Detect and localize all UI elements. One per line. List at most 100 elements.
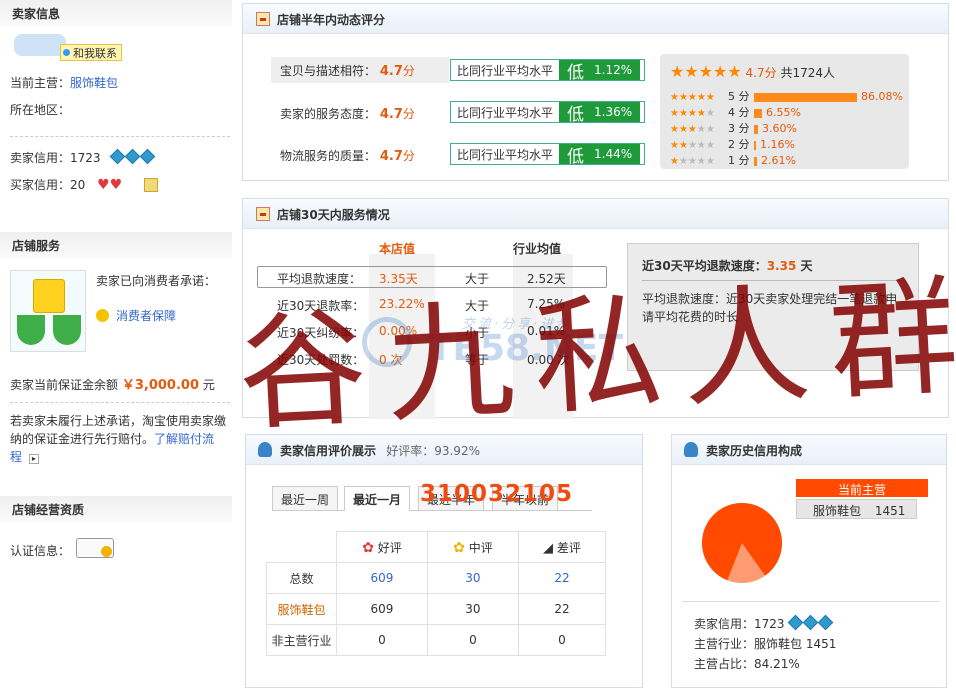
divider (10, 136, 230, 137)
dist-bar (754, 156, 757, 166)
dist-label: 1 分 (728, 154, 750, 167)
service-row-label: 平均退款速度： (277, 272, 362, 286)
badge-icon (144, 178, 158, 192)
seller-info-title: 卖家信息 (0, 0, 232, 26)
notice-text-2: 纳的保证金进行先行赔付。 (10, 432, 155, 446)
divider (10, 402, 230, 403)
compare-label: 比同行业平均水平 (457, 63, 554, 78)
rating-label: 宝贝与描述相符： (280, 64, 377, 78)
compare-label: 比同行业平均水平 (457, 105, 554, 120)
diamond-rank-icon[interactable] (110, 148, 156, 165)
rating-score: 4.7 (379, 107, 403, 122)
heart-rank-icon[interactable]: ♥♥ (97, 177, 122, 193)
star-icon: ★★★★★ (670, 62, 742, 81)
rating-distribution: ★★★★★ 4.7分 共1724人 ★★★★★ 5 分 86.08% ★★★★★ 4 分… (660, 54, 909, 169)
arrow-right-icon[interactable]: ▸ (28, 454, 39, 464)
contact-label: 和我联系 (73, 47, 117, 60)
star-icon: ★★★★★ (670, 140, 715, 151)
tab-week[interactable]: 最近一周 (272, 486, 339, 510)
credit-pie-chart (702, 503, 782, 583)
rating-label: 物流服务的质量： (280, 149, 377, 163)
rating-unit: 分 (402, 149, 415, 163)
avatar (14, 34, 66, 56)
consumer-protection-link[interactable]: 消费者保障 (116, 309, 176, 323)
shop-service-title: 店铺服务 (0, 232, 232, 258)
dist-bar (754, 140, 756, 150)
main-business-link[interactable]: 服饰鞋包 (70, 76, 118, 90)
calendar-icon (256, 12, 270, 26)
service-header: 店铺30天内服务情况 (243, 199, 948, 229)
col-store: 本店值 (379, 242, 416, 256)
service-title: 店铺30天内服务情况 (277, 208, 390, 222)
rating-title: 店铺半年内动态评分 (277, 13, 386, 27)
summary-count: 共1724人 (780, 66, 836, 80)
main-business-label: 当前主营： (10, 76, 71, 90)
buyer-credit-value: 20 (70, 178, 86, 192)
star-icon: ★★★★★ (670, 108, 715, 119)
service-row-store: 3.35天 (379, 272, 418, 286)
dist-row: ★★★★★ 1 分 2.61% (670, 152, 796, 167)
dist-bar (754, 92, 857, 102)
col-avg: 行业均值 (513, 242, 562, 256)
good-rate-value: 93.92% (434, 444, 480, 458)
credit-table: ✿ 好评 ✿ 中评 ◢ 差评 总数 609 30 22 服饰鞋包 609 30 22 非主营… (266, 531, 607, 656)
compare-pct: 1.44% (594, 147, 633, 161)
rating-compare: 比同行业平均水平低 1.12% (450, 59, 645, 83)
deposit-value: ￥3,000.00 (121, 378, 199, 393)
dist-label: 5 分 (728, 90, 750, 103)
compare-level: 低 (567, 104, 585, 125)
diamond-rank-icon[interactable] (788, 614, 834, 631)
head-good: ✿ 好评 (336, 531, 428, 563)
history-title: 卖家历史信用构成 (706, 444, 803, 458)
summary-score: 4.7分 (745, 66, 777, 80)
deposit-unit: 元 (202, 378, 215, 392)
table-row: 总数 609 30 22 (266, 562, 607, 594)
chat-icon (63, 49, 70, 56)
protection-icon (96, 309, 109, 322)
flower-good-icon: ✿ (362, 539, 374, 556)
user-icon (684, 442, 698, 457)
table-row: 非主营行业 0 0 0 (266, 624, 607, 656)
contact-button[interactable]: 和我联系 (60, 44, 122, 61)
dist-pct: 6.55% (766, 106, 801, 119)
flower-mid-icon: ✿ (453, 539, 465, 556)
region-label: 所在地区： (10, 103, 71, 117)
rating-unit: 分 (402, 107, 415, 121)
tab-month[interactable]: 最近一月 (344, 486, 411, 511)
notice-text: 若卖家未履行上述承诺，淘宝使用卖家缴 (10, 414, 227, 428)
legend-item: 服饰鞋包 1451 (796, 499, 917, 519)
promise-text: 卖家已向消费者承诺： (96, 274, 217, 288)
history-panel: 卖家历史信用构成 当前主营 服饰鞋包 1451 卖家信用：1723 主营行业：服… (671, 434, 947, 688)
dist-row: ★★★★★ 4 分 6.55% (670, 104, 801, 119)
table-row: 服饰鞋包 609 30 22 (266, 593, 607, 625)
good-rate-label: 好评率： (386, 444, 435, 458)
rating-compare: 比同行业平均水平低 1.36% (450, 101, 645, 125)
dist-row: ★★★★★ 3 分 3.60% (670, 120, 797, 135)
legend-label: 当前主营 (796, 479, 928, 497)
head-bad: ◢ 差评 (517, 531, 607, 563)
credit-panel: 卖家信用评价展示 好评率：93.92% 最近一周 最近一月 最近半年 半年以前 … (245, 434, 643, 688)
history-header: 卖家历史信用构成 (672, 435, 946, 465)
consumer-protection-image (10, 270, 86, 352)
dist-label: 3 分 (728, 122, 750, 135)
star-icon: ★★★★★ (670, 92, 715, 103)
cannon-bad-icon: ◢ (543, 540, 554, 556)
compare-pct: 1.36% (594, 105, 633, 119)
dist-row: ★★★★★ 2 分 1.16% (670, 136, 795, 151)
rating-panel: 店铺半年内动态评分 宝贝与描述相符： 4.7分 比同行业平均水平低 1.12% 卖… (242, 3, 949, 181)
star-icon: ★★★★★ (670, 156, 715, 167)
dist-label: 2 分 (728, 138, 750, 151)
certificate-icon[interactable] (76, 538, 114, 558)
dist-pct: 3.60% (762, 122, 797, 135)
dist-pct: 2.61% (761, 154, 796, 167)
compare-pct: 1.12% (594, 63, 633, 77)
calendar-icon (256, 207, 270, 221)
dist-bar (754, 108, 762, 118)
notice-link-2[interactable]: 程 (10, 450, 22, 464)
notice-link[interactable]: 了解赔付流 (154, 432, 214, 446)
rating-score: 4.7 (379, 64, 403, 79)
dist-row: ★★★★★ 5 分 86.08% (670, 88, 903, 103)
buyer-credit-label: 买家信用： (10, 178, 71, 192)
tip-title: 近30天平均退款速度： (642, 259, 767, 273)
rating-label: 卖家的服务态度： (280, 107, 377, 121)
